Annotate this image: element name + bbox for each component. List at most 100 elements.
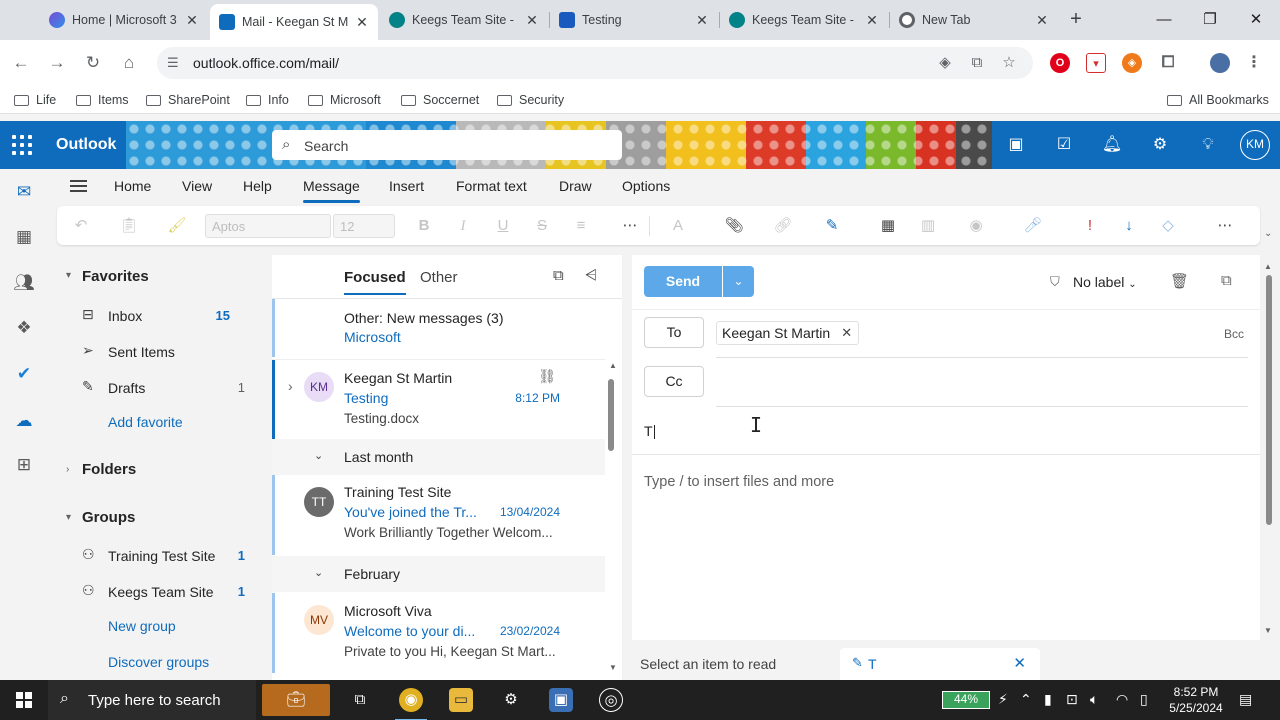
install-app-icon[interactable]: ⧉ [968, 54, 986, 72]
extensions-puzzle-icon[interactable]: ⧠ [1158, 53, 1178, 73]
browser-tab-mail[interactable]: Mail - Keegan St M ✕ [210, 4, 378, 40]
draft-tab[interactable]: ✎ T ✕ [840, 648, 1040, 680]
other-messages-notice[interactable]: Other: New messages (3) Microsoft [272, 299, 605, 357]
subject-input[interactable]: T [644, 423, 655, 440]
group-keegs-team-site[interactable]: ⚇ Keegs Team Site 1 [82, 582, 245, 604]
tab-view[interactable]: View [182, 178, 212, 194]
discover-groups-link[interactable]: Discover groups [108, 654, 209, 670]
bookmark-folder[interactable]: Life [14, 91, 56, 109]
discard-trash-icon[interactable]: 🗑︎ [1170, 272, 1189, 290]
browser-tab-new-tab[interactable]: New Tab ✕ [890, 6, 1058, 34]
file-explorer-icon[interactable]: ▭ [449, 688, 473, 712]
restore-icon[interactable]: ❐ [1196, 6, 1224, 34]
onedrive-icon[interactable]: ☁ [12, 409, 36, 433]
ribbon-collapse-icon[interactable]: ⌄ [1264, 228, 1272, 239]
chrome-taskbar-icon[interactable]: ◉ [395, 688, 427, 720]
vpn-icon[interactable]: ⊡ [1066, 691, 1078, 708]
obs-icon[interactable]: ◎ [599, 688, 623, 712]
mail-icon[interactable]: ✉ [12, 180, 36, 204]
task-view-icon[interactable]: ⧉ [348, 688, 372, 712]
chart-icon[interactable]: ▥ [918, 216, 938, 236]
profile-avatar[interactable] [1210, 53, 1230, 73]
plug-icon[interactable]: ⚡ [998, 691, 1008, 708]
favorites-header[interactable]: Favorites [82, 268, 149, 285]
new-group-link[interactable]: New group [108, 618, 176, 634]
to-button[interactable]: To [644, 317, 704, 348]
expand-chevron-icon[interactable]: › [288, 378, 293, 394]
chrome-menu-icon[interactable]: ⋮ [1244, 53, 1264, 73]
site-info-icon[interactable]: ☰ [167, 55, 183, 71]
windows-start-icon[interactable] [16, 692, 32, 708]
browser-tab-keegs-team-site[interactable]: Keegs Team Site - ✕ [380, 6, 548, 34]
compose-scrollbar[interactable] [1266, 275, 1272, 525]
tab-focused[interactable]: Focused [344, 269, 406, 295]
home-icon[interactable]: ⌂ [116, 50, 142, 76]
groups-icon[interactable]: ❖ [12, 316, 36, 340]
message-item[interactable]: › KM Keegan St Martin Testing 8:12 PM ⛓ … [272, 359, 605, 439]
add-favorite-link[interactable]: Add favorite [108, 414, 183, 430]
cc-button[interactable]: Cc [644, 366, 704, 397]
signature-icon[interactable]: ✎ [822, 216, 842, 236]
gear-icon[interactable]: ⚙ [1148, 133, 1172, 157]
hamburger-menu-icon[interactable] [70, 180, 87, 192]
more-options-icon[interactable]: ⋯ [1215, 216, 1235, 236]
browser-tab-testing[interactable]: Testing ✕ [550, 6, 718, 34]
wifi-icon[interactable]: ◠ [1116, 691, 1128, 708]
close-tab-icon[interactable]: ✕ [1034, 12, 1050, 28]
filter-icon[interactable]: ⩤ [585, 267, 597, 284]
todo-checkmark-icon[interactable]: ✔ [12, 362, 36, 386]
tab-options[interactable]: Options [622, 178, 670, 194]
show-hidden-icons[interactable]: ⌃ [1020, 691, 1032, 708]
scroll-down-icon[interactable]: ▼ [609, 663, 617, 672]
font-size-select[interactable]: 12 [333, 214, 395, 238]
close-icon[interactable]: ✕ [1013, 654, 1026, 672]
calendar-icon[interactable]: ▦ [12, 225, 36, 249]
app-launcher-icon[interactable] [12, 135, 32, 155]
font-name-select[interactable]: Aptos [205, 214, 331, 238]
select-mode-icon[interactable]: ⧉ [553, 267, 564, 284]
tab-draw[interactable]: Draw [559, 178, 592, 194]
sensitivity-icon[interactable]: ◇ [1158, 216, 1178, 236]
tab-home[interactable]: Home [114, 178, 151, 194]
tab-other[interactable]: Other [420, 269, 458, 286]
link-icon[interactable]: 🔗︎ [773, 216, 793, 236]
more-formatting-icon[interactable]: ⋯ [620, 216, 640, 236]
battery-indicator[interactable]: 44% [942, 691, 990, 709]
taskbar-search[interactable]: ⌕ Type here to search [48, 680, 256, 720]
close-tab-icon[interactable]: ✕ [354, 14, 370, 30]
read-pane-tab[interactable]: Select an item to read [640, 656, 776, 672]
scroll-down-icon[interactable]: ▼ [1264, 626, 1272, 635]
tab-format-text[interactable]: Format text [456, 178, 527, 194]
apps-grid-icon[interactable]: ▦ [878, 216, 898, 236]
bookmark-folder[interactable]: Info [246, 91, 289, 109]
strikethrough-icon[interactable]: S [532, 216, 552, 236]
bell-icon[interactable]: 🔔︎ [1100, 133, 1124, 157]
paste-icon[interactable]: 📋︎ [119, 216, 139, 236]
send-button[interactable]: Send [644, 266, 722, 297]
tab-help[interactable]: Help [243, 178, 272, 194]
importance-high-icon[interactable]: ! [1080, 216, 1100, 236]
tab-insert[interactable]: Insert [389, 178, 424, 194]
forward-icon[interactable]: → [44, 50, 70, 76]
group-training-test-site[interactable]: ⚇ Training Test Site 1 [82, 546, 245, 568]
close-window-icon[interactable]: ✕ [1242, 6, 1270, 34]
importance-low-icon[interactable]: ↓ [1119, 216, 1139, 236]
editor-icon[interactable]: ◉ [966, 216, 986, 236]
message-item[interactable]: TT Training Test Site You've joined the … [272, 475, 605, 555]
pop-out-icon[interactable]: ⧉ [1221, 272, 1232, 289]
underline-icon[interactable]: U [493, 216, 513, 236]
bookmark-folder[interactable]: SharePoint [146, 91, 230, 109]
bookmark-folder[interactable]: Items [76, 91, 129, 109]
bcc-button[interactable]: Bcc [1224, 327, 1244, 341]
folders-header[interactable]: Folders [82, 461, 136, 478]
clock[interactable]: 8:52 PM 5/25/2024 [1158, 684, 1234, 716]
scroll-up-icon[interactable]: ▲ [609, 361, 617, 370]
close-tab-icon[interactable]: ✕ [864, 12, 880, 28]
browser-tab-keegs-team-site-2[interactable]: Keegs Team Site - ✕ [720, 6, 888, 34]
address-bar[interactable]: ☰ outlook.office.com/mail/ ◈ ⧉ ☆ [157, 47, 1033, 79]
undo-icon[interactable]: ↶ [71, 216, 91, 236]
teams-icon[interactable]: ▣ [1004, 133, 1028, 157]
mic-icon[interactable]: ▮ [1044, 691, 1052, 708]
minimize-icon[interactable]: — [1150, 6, 1178, 34]
group-header-february[interactable]: ⌄ February [272, 556, 605, 592]
